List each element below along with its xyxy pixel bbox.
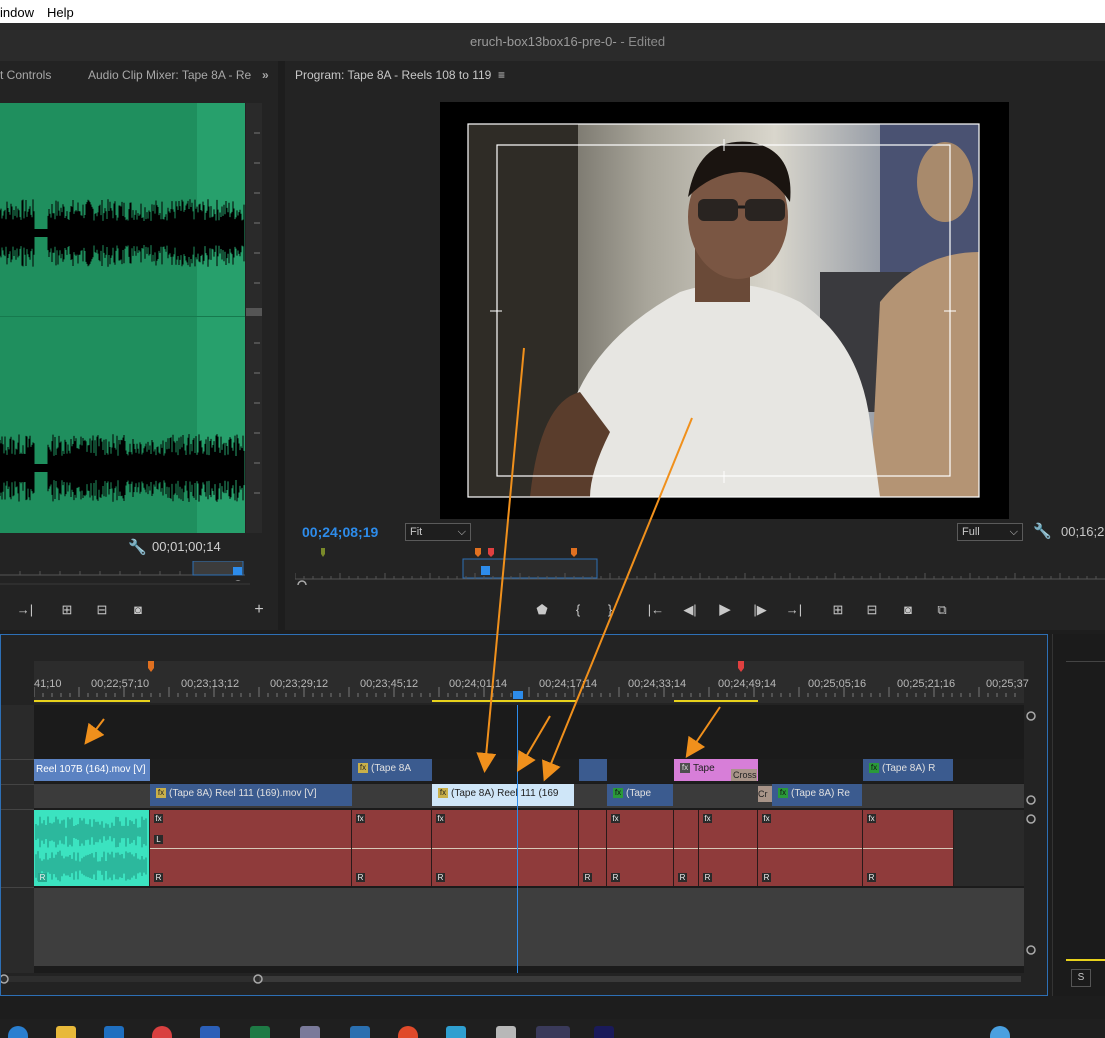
annotation-arrows-overlay [84,347,721,782]
chrome-icon[interactable] [398,1026,418,1038]
help-icon[interactable] [990,1026,1010,1038]
annotation-arrow [84,718,105,745]
app-icon[interactable] [152,1026,172,1038]
file-explorer-icon[interactable] [56,1026,76,1038]
app-icon[interactable] [300,1026,320,1038]
edge-icon[interactable] [8,1026,28,1038]
windows-taskbar [0,1019,1105,1038]
excel-icon[interactable] [250,1026,270,1038]
annotation-arrow [685,706,721,758]
app-icon[interactable] [350,1026,370,1038]
app-icon[interactable] [496,1026,516,1038]
premiere-pro-icon[interactable] [536,1026,570,1038]
mail-icon[interactable] [104,1026,124,1038]
app-icon[interactable] [446,1026,466,1038]
after-effects-icon[interactable] [594,1026,614,1038]
annotation-arrow [542,417,693,782]
word-icon[interactable] [200,1026,220,1038]
annotation-arrow [476,347,525,773]
annotation-arrow [516,715,551,773]
